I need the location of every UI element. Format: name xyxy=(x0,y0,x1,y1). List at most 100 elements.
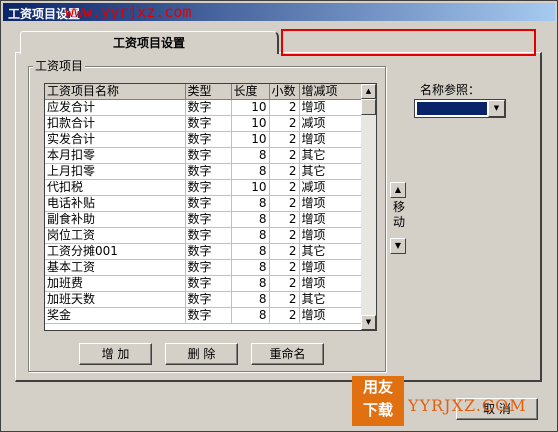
col-header-increase-decrease[interactable]: 增减项 xyxy=(299,84,362,100)
delete-button[interactable]: 删 除 xyxy=(165,343,238,365)
cell-increase-decrease[interactable]: 增项 xyxy=(299,275,362,292)
cell-type[interactable]: 数字 xyxy=(185,307,232,324)
cell-increase-decrease[interactable]: 减项 xyxy=(299,115,362,132)
table-row[interactable]: 副食补助 数字 8 2 增项 xyxy=(45,211,362,228)
col-header-type[interactable]: 类型 xyxy=(185,84,232,100)
cell-increase-decrease[interactable]: 增项 xyxy=(299,307,362,324)
cell-increase-decrease[interactable]: 其它 xyxy=(299,147,362,164)
chevron-down-icon[interactable]: ▼ xyxy=(488,100,505,117)
cell-decimals[interactable]: 2 xyxy=(269,99,300,116)
cell-type[interactable]: 数字 xyxy=(185,179,232,196)
cell-length[interactable]: 8 xyxy=(231,291,270,308)
cell-length[interactable]: 8 xyxy=(231,147,270,164)
cell-decimals[interactable]: 2 xyxy=(269,307,300,324)
cell-name[interactable]: 岗位工资 xyxy=(45,227,186,244)
cell-increase-decrease[interactable]: 其它 xyxy=(299,163,362,180)
cell-length[interactable]: 8 xyxy=(231,307,270,324)
cell-increase-decrease[interactable]: 增项 xyxy=(299,195,362,212)
cell-type[interactable]: 数字 xyxy=(185,275,232,292)
cell-increase-decrease[interactable]: 增项 xyxy=(299,259,362,276)
scroll-down-arrow-icon[interactable]: ▼ xyxy=(361,315,376,330)
cell-name[interactable]: 奖金 xyxy=(45,307,186,324)
cell-length[interactable]: 8 xyxy=(231,163,270,180)
cell-name[interactable]: 电话补贴 xyxy=(45,195,186,212)
grid-vertical-scrollbar[interactable]: ▲ ▼ xyxy=(361,84,376,330)
cell-name[interactable]: 应发合计 xyxy=(45,99,186,116)
cell-name[interactable]: 本月扣零 xyxy=(45,147,186,164)
table-row[interactable]: 基本工资 数字 8 2 增项 xyxy=(45,259,362,276)
col-header-decimals[interactable]: 小数 xyxy=(269,84,300,100)
add-button[interactable]: 增 加 xyxy=(79,343,152,365)
cell-length[interactable]: 8 xyxy=(231,211,270,228)
move-up-button[interactable]: ▲ xyxy=(390,182,406,198)
cell-type[interactable]: 数字 xyxy=(185,291,232,308)
cell-type[interactable]: 数字 xyxy=(185,99,232,116)
cell-decimals[interactable]: 2 xyxy=(269,291,300,308)
cell-length[interactable]: 10 xyxy=(231,179,270,196)
cell-increase-decrease[interactable]: 增项 xyxy=(299,227,362,244)
cell-name[interactable]: 副食补助 xyxy=(45,211,186,228)
cell-name[interactable]: 加班天数 xyxy=(45,291,186,308)
cell-increase-decrease[interactable]: 其它 xyxy=(299,291,362,308)
cell-decimals[interactable]: 2 xyxy=(269,131,300,148)
cell-increase-decrease[interactable]: 减项 xyxy=(299,179,362,196)
cell-type[interactable]: 数字 xyxy=(185,195,232,212)
cell-length[interactable]: 8 xyxy=(231,243,270,260)
cell-name[interactable]: 代扣税 xyxy=(45,179,186,196)
name-reference-dropdown[interactable]: ▼ xyxy=(414,99,506,118)
cell-type[interactable]: 数字 xyxy=(185,131,232,148)
scroll-thumb[interactable] xyxy=(361,99,376,115)
table-row[interactable]: 实发合计 数字 10 2 增项 xyxy=(45,131,362,148)
cell-type[interactable]: 数字 xyxy=(185,115,232,132)
table-row[interactable]: 应发合计 数字 10 2 增项 xyxy=(45,99,362,116)
cell-length[interactable]: 8 xyxy=(231,195,270,212)
cell-decimals[interactable]: 2 xyxy=(269,195,300,212)
cell-name[interactable]: 基本工资 xyxy=(45,259,186,276)
cell-decimals[interactable]: 2 xyxy=(269,179,300,196)
table-row[interactable]: 工资分摊001 数字 8 2 其它 xyxy=(45,243,362,260)
cell-name[interactable]: 实发合计 xyxy=(45,131,186,148)
col-header-length[interactable]: 长度 xyxy=(231,84,270,100)
rename-button[interactable]: 重命名 xyxy=(251,343,324,365)
cell-type[interactable]: 数字 xyxy=(185,163,232,180)
title-bar[interactable]: 工资项目设置 www.yyrjxz.com xyxy=(3,3,555,21)
scroll-up-arrow-icon[interactable]: ▲ xyxy=(361,84,376,99)
table-row[interactable]: 电话补贴 数字 8 2 增项 xyxy=(45,195,362,212)
cell-length[interactable]: 10 xyxy=(231,115,270,132)
cell-name[interactable]: 上月扣零 xyxy=(45,163,186,180)
table-row[interactable]: 代扣税 数字 10 2 减项 xyxy=(45,179,362,196)
cell-type[interactable]: 数字 xyxy=(185,259,232,276)
move-down-button[interactable]: ▼ xyxy=(390,238,406,254)
table-row[interactable]: 上月扣零 数字 8 2 其它 xyxy=(45,163,362,180)
cell-name[interactable]: 工资分摊001 xyxy=(45,243,186,260)
cell-type[interactable]: 数字 xyxy=(185,243,232,260)
cell-type[interactable]: 数字 xyxy=(185,227,232,244)
cell-decimals[interactable]: 2 xyxy=(269,115,300,132)
cell-increase-decrease[interactable]: 增项 xyxy=(299,99,362,116)
cell-decimals[interactable]: 2 xyxy=(269,243,300,260)
cell-type[interactable]: 数字 xyxy=(185,147,232,164)
cell-decimals[interactable]: 2 xyxy=(269,147,300,164)
col-header-name[interactable]: 工资项目名称 xyxy=(45,84,186,100)
cell-decimals[interactable]: 2 xyxy=(269,275,300,292)
cell-decimals[interactable]: 2 xyxy=(269,259,300,276)
cell-decimals[interactable]: 2 xyxy=(269,211,300,228)
salary-items-grid[interactable]: 工资项目名称 类型 长度 小数 增减项 应发合计 数字 10 2 增项 扣款合计 数字 10 2… xyxy=(44,83,377,331)
cell-type[interactable]: 数字 xyxy=(185,211,232,228)
table-row[interactable]: 加班天数 数字 8 2 其它 xyxy=(45,291,362,308)
cell-decimals[interactable]: 2 xyxy=(269,163,300,180)
cell-length[interactable]: 8 xyxy=(231,275,270,292)
table-row[interactable]: 扣款合计 数字 10 2 减项 xyxy=(45,115,362,132)
cell-increase-decrease[interactable]: 增项 xyxy=(299,131,362,148)
cell-increase-decrease[interactable]: 其它 xyxy=(299,243,362,260)
cell-length[interactable]: 8 xyxy=(231,227,270,244)
table-row[interactable]: 岗位工资 数字 8 2 增项 xyxy=(45,227,362,244)
table-row[interactable]: 加班费 数字 8 2 增项 xyxy=(45,275,362,292)
table-row[interactable]: 本月扣零 数字 8 2 其它 xyxy=(45,147,362,164)
cell-length[interactable]: 10 xyxy=(231,131,270,148)
cell-length[interactable]: 10 xyxy=(231,99,270,116)
cell-name[interactable]: 扣款合计 xyxy=(45,115,186,132)
cell-decimals[interactable]: 2 xyxy=(269,227,300,244)
cell-name[interactable]: 加班费 xyxy=(45,275,186,292)
tab-salary-items[interactable]: 工资项目设置 xyxy=(20,31,279,54)
